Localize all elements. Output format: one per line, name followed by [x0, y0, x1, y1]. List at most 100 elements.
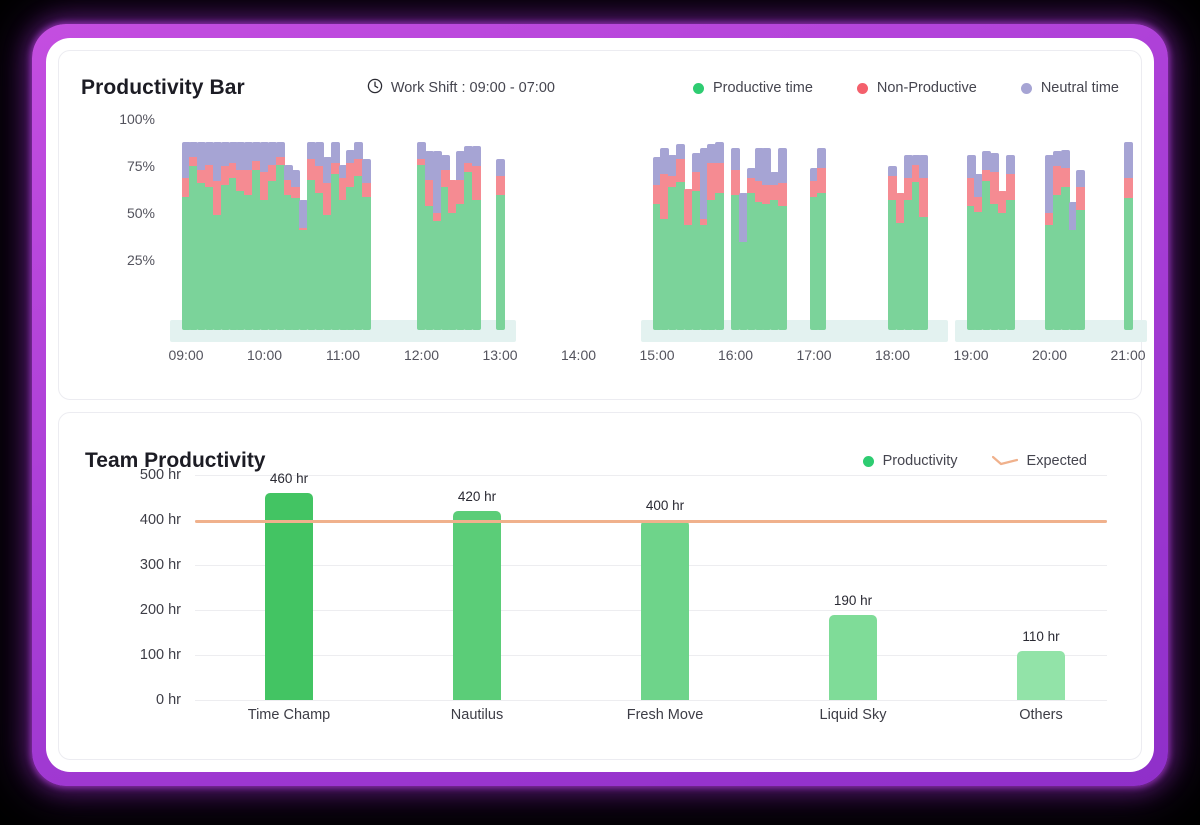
stacked-bar[interactable] [495, 158, 505, 330]
legend-item-productive-time[interactable]: Productive time [692, 80, 813, 96]
bar-segment-productive [1123, 198, 1133, 330]
stacked-bar[interactable] [778, 147, 788, 330]
legend-label-productivity: Productivity [882, 453, 958, 469]
bar-segment-nonproductive [919, 177, 929, 218]
bar-segment-nonproductive [291, 187, 301, 199]
x-tick-label: 17:00 [796, 347, 832, 363]
bar-segment-neutral [919, 155, 929, 178]
legend-dot-productivity [862, 455, 874, 467]
x-tick-label: 15:00 [639, 347, 675, 363]
bar-segment-nonproductive [676, 158, 686, 182]
y-tick-label: 500 hr [139, 467, 181, 483]
x-tick-label: Time Champ [247, 707, 331, 723]
team-bar[interactable] [265, 493, 313, 700]
y-tick-label: 300 hr [139, 557, 181, 573]
legend-item-non-productive[interactable]: Non-Productive [856, 80, 977, 96]
bar-segment-neutral [817, 147, 827, 169]
legend-dot-non-productive [856, 82, 868, 94]
work-shift-info: Work Shift : 09:00 - 07:00 [367, 78, 555, 98]
productivity-bar-plot: 100% 75% 50% 25% 09:00 10:00 11:00 12:00 13:00 1… [59, 107, 1148, 401]
x-tick-label: Liquid Sky [819, 707, 887, 723]
productivity-bar-bars [167, 107, 1148, 342]
work-shift-label: Work Shift : 09:00 - 07:00 [390, 80, 555, 96]
x-tick-label: 20:00 [1031, 347, 1068, 363]
bar-segment-neutral [291, 170, 301, 188]
productivity-bar-x-axis: 09:00 10:00 11:00 12:00 13:00 14:00 15:00 16:00… [167, 347, 1145, 377]
stacked-bar[interactable] [1076, 170, 1086, 330]
y-tick-label: 100 hr [139, 647, 181, 663]
x-tick-label: 14:00 [560, 347, 597, 363]
legend-item-expected[interactable]: Expected [991, 453, 1087, 469]
bar-segment-nonproductive [1005, 173, 1015, 201]
bar-segment-neutral [715, 142, 725, 163]
bar-segment-neutral [362, 158, 372, 184]
x-tick-label: 10:00 [246, 347, 283, 363]
bar-segment-neutral [471, 145, 481, 167]
x-tick-label: 18:00 [874, 347, 911, 363]
x-tick-label: 19:00 [953, 347, 989, 363]
bar-segment-neutral [354, 142, 364, 159]
bar-segment-neutral [1060, 149, 1070, 169]
bar-segment-nonproductive [715, 162, 725, 193]
bar-segment-productive [471, 200, 481, 330]
bar-segment-neutral [731, 147, 740, 171]
expected-threshold-line [195, 520, 1107, 523]
y-tick-label: 50% [126, 205, 155, 221]
bar-segment-productive [817, 192, 827, 330]
legend-item-productivity[interactable]: Productivity [862, 453, 958, 469]
bar-segment-nonproductive [495, 175, 505, 195]
team-bar[interactable] [1017, 650, 1065, 700]
bar-segment-neutral [1076, 170, 1086, 188]
team-productivity-x-axis: Time Champ Nautilus Fresh Move Liquid Sky Ot… [195, 707, 1107, 737]
productivity-bar-title: Productivity Bar [81, 76, 245, 99]
y-tick-label: 100% [119, 111, 155, 127]
gridline [195, 475, 1107, 476]
stacked-bar[interactable] [362, 158, 372, 330]
bar-segment-productive [1076, 209, 1086, 330]
stacked-bar[interactable] [715, 142, 725, 330]
team-bar[interactable] [453, 511, 501, 700]
stacked-bar[interactable] [471, 145, 481, 330]
stacked-bar[interactable] [817, 147, 827, 330]
team-productivity-header: Team Productivity Productivity Expected [59, 413, 1141, 475]
bar-segment-nonproductive [817, 168, 827, 193]
x-tick-label: 21:00 [1110, 347, 1146, 363]
team-productivity-plot: 500 hr 400 hr 300 hr 200 hr 100 hr 0 hr 460 h… [59, 467, 1141, 761]
legend-label-neutral: Neutral time [1040, 80, 1119, 96]
bar-segment-nonproductive [1060, 168, 1070, 188]
y-tick-label: 200 hr [139, 602, 181, 618]
legend-dot-neutral [1020, 82, 1032, 94]
y-tick-label: 25% [126, 252, 155, 268]
x-tick-label: 13:00 [482, 347, 518, 363]
x-tick-label: Others [1019, 707, 1063, 723]
bar-segment-productive [715, 192, 725, 330]
stacked-bar[interactable] [1123, 142, 1133, 330]
stacked-bar[interactable] [1005, 155, 1015, 330]
legend-label-productive: Productive time [712, 80, 813, 96]
bar-segment-nonproductive [275, 157, 285, 165]
bar-segment-neutral [440, 155, 450, 171]
team-bar-value-label: 420 hr [457, 489, 497, 504]
y-tick-label: 0 hr [156, 692, 181, 708]
team-bar-value-label: 400 hr [645, 498, 685, 513]
x-tick-label: 12:00 [403, 347, 440, 363]
bar-segment-productive [1005, 200, 1015, 330]
clock-icon [367, 78, 383, 98]
bar-segment-nonproductive [362, 183, 372, 197]
bar-segment-neutral [676, 143, 686, 159]
bar-segment-neutral [275, 142, 285, 158]
legend-item-neutral-time[interactable]: Neutral time [1020, 80, 1119, 96]
y-tick-label: 400 hr [139, 512, 181, 528]
gridline [195, 700, 1107, 701]
team-bar[interactable] [829, 614, 877, 700]
team-bar[interactable] [641, 520, 689, 700]
productivity-bar-y-axis: 100% 75% 50% 25% [59, 107, 163, 297]
y-tick-label: 75% [126, 158, 155, 174]
bar-segment-productive [362, 196, 372, 330]
x-tick-label: 09:00 [168, 347, 204, 363]
team-productivity-card: Team Productivity Productivity Expected [58, 412, 1142, 760]
app-surface: Productivity Bar Work Shift : 09:00 - 07… [46, 38, 1154, 772]
legend-label-non-productive: Non-Productive [876, 80, 977, 96]
stacked-bar[interactable] [919, 155, 929, 330]
bar-segment-nonproductive [1123, 177, 1133, 199]
